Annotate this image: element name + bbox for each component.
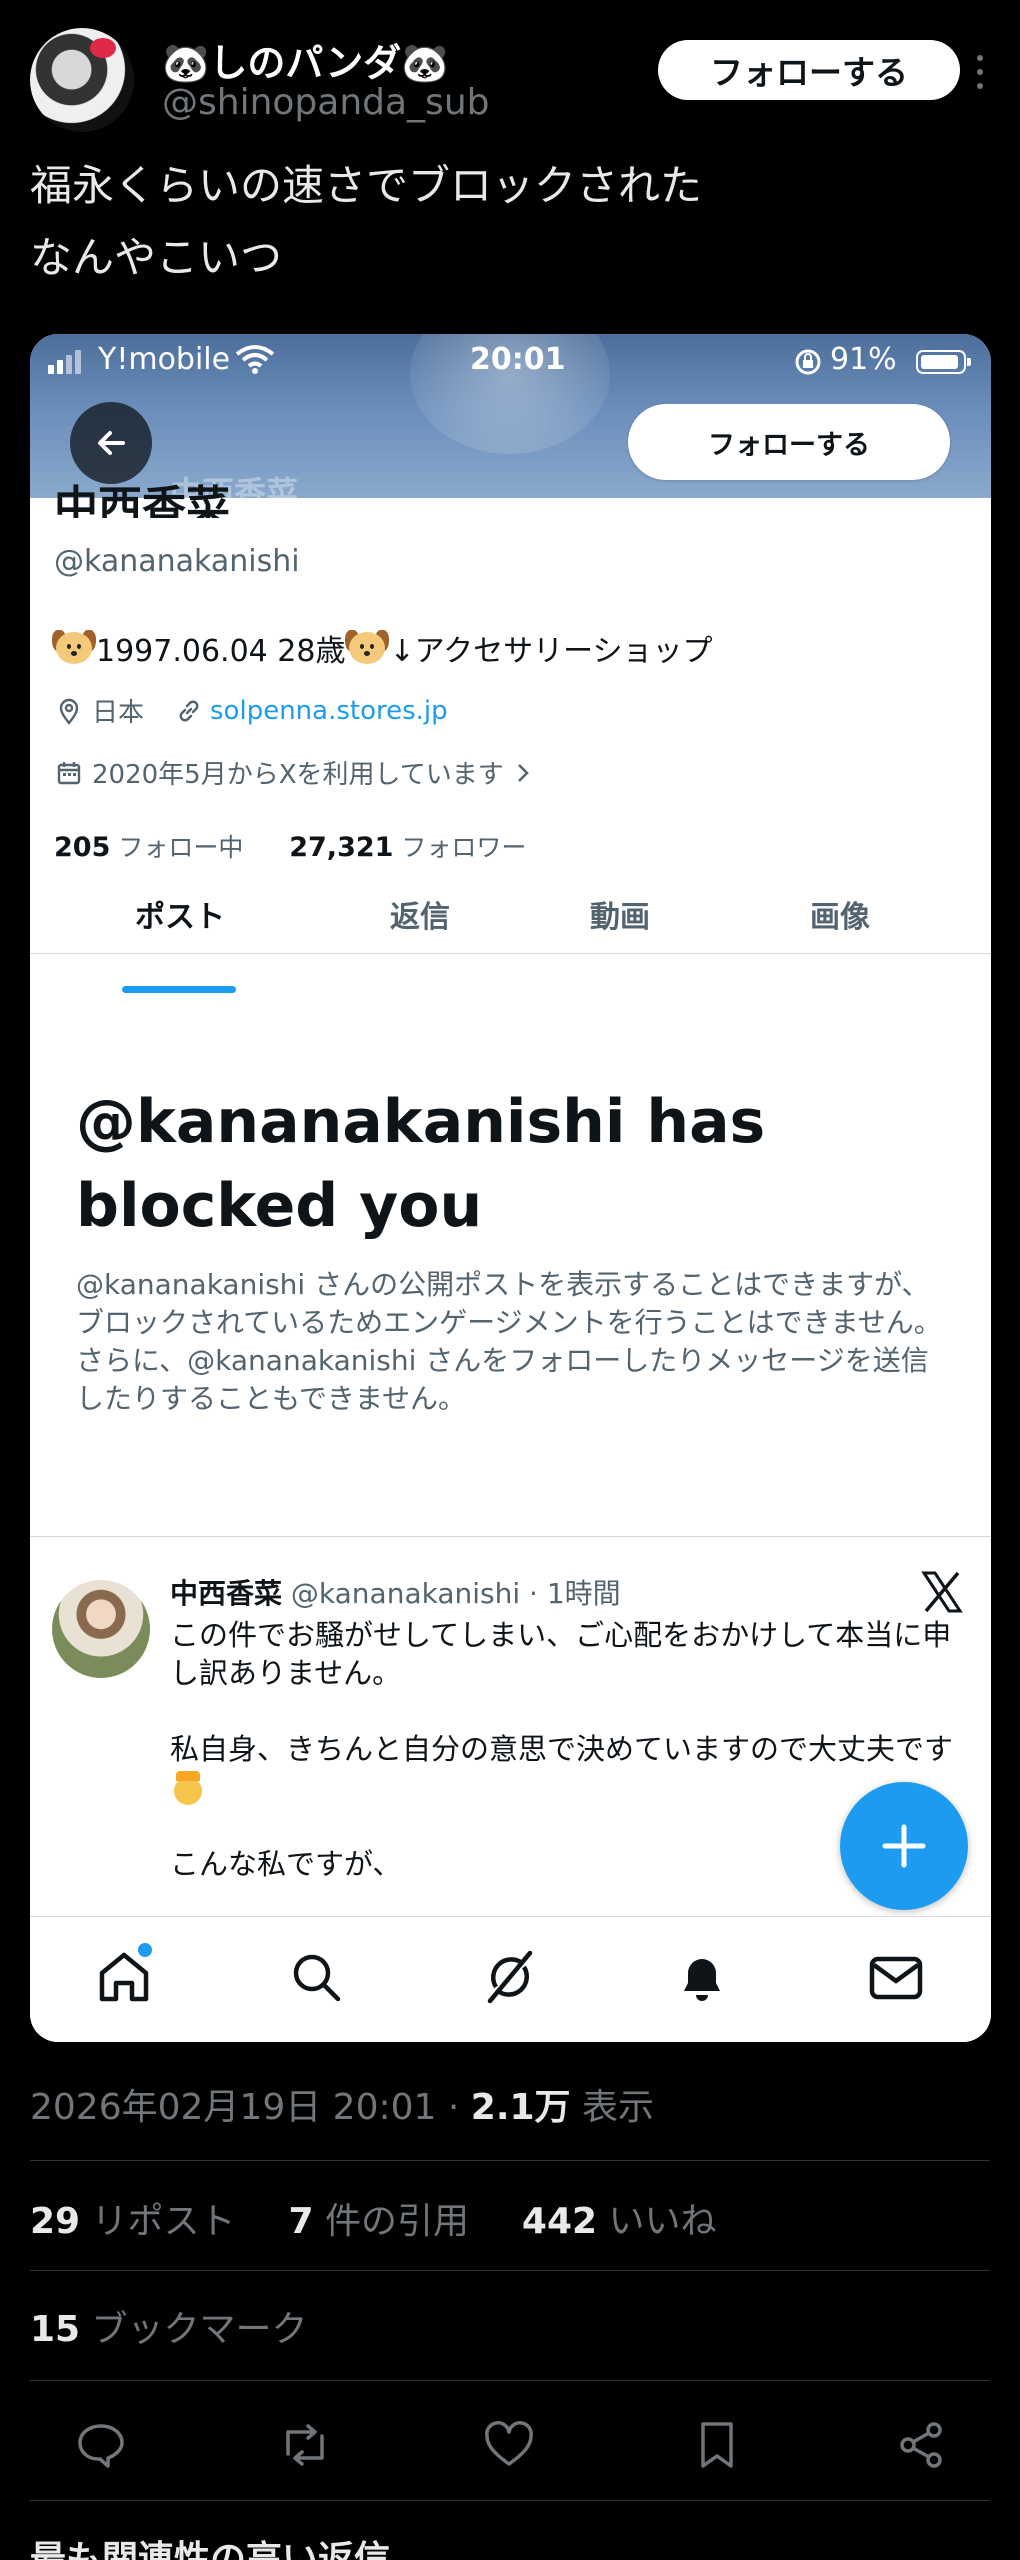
tweet-actions [30,2410,990,2480]
divider [30,2270,990,2271]
battery-percent: 91% [830,342,897,377]
post-meta: @kananakanishi · 1時間 [282,1577,621,1610]
tweet-text-line: なんやこいつ [30,233,283,282]
tweet-header: 🐼しのパンダ🐼 @shinopanda_sub フォローする [30,28,990,132]
tab-posts[interactable]: ポスト [90,874,270,954]
x-logo-icon [921,1571,963,1613]
mail-icon[interactable] [864,1945,928,2009]
profile-handle: @kananakanishi [54,544,300,579]
dog-emoji-icon [52,628,96,668]
follow-counts: 205 フォロー中 27,321 フォロワー [54,828,526,864]
profile-joined[interactable]: 2020年5月からXを利用しています [54,754,534,791]
quotes-count: 7 [288,2201,314,2242]
divider [30,1536,991,1537]
profile-bio: 1997.06.04 28歳 ↓アクセサリーショップ [52,626,713,670]
back-arrow-icon[interactable] [70,402,152,484]
reposts-label: リポスト [80,2201,236,2242]
joined-date: 2020年5月からXを利用しています [92,760,504,790]
followers-count: 27,321 [289,832,394,863]
notification-dot [138,1943,152,1957]
bookmarks-count: 15 [30,2309,81,2350]
quotes-label: 件の引用 [313,2201,469,2242]
quotes-stat[interactable]: 7 件の引用 [288,2201,469,2242]
divider [30,2160,990,2161]
divider [30,2380,990,2381]
views-label: 表示 [570,2087,654,2128]
carrier-name: Y!mobile [98,342,231,377]
profile-meta: 日本 solpenna.stores.jp [54,692,448,729]
tweet-text-line: 福永くらいの速さでブロックされた [30,161,703,210]
display-name[interactable]: 🐼しのパンダ🐼 [162,32,449,87]
post-line: この件でお騒がせしてしまい、ご心配をおかけして本当に申し訳ありません。 [170,1618,952,1690]
reposts-count: 29 [30,2201,81,2242]
wifi-icon [235,345,275,374]
profile-link[interactable]: solpenna.stores.jp [210,696,448,726]
plus-icon [882,1824,926,1868]
post-header: 中西香菜 @kananakanishi · 1時間 [170,1572,621,1612]
following-count: 205 [54,832,111,863]
repost-icon[interactable] [278,2418,332,2472]
avatar[interactable] [30,28,134,132]
bio-suffix: ↓アクセサリーショップ [389,634,713,669]
like-icon[interactable] [482,2418,536,2472]
bowing-person-emoji-icon [170,1771,206,1807]
reply-icon[interactable] [74,2418,128,2472]
tab-videos[interactable]: 動画 [530,874,710,954]
location-icon [59,698,79,725]
followers-label: フォロワー [393,833,527,862]
bottom-nav [30,1916,991,2042]
chevron-right-icon [517,763,529,782]
signal-icon [48,348,84,374]
following-link[interactable]: 205 フォロー中 [54,832,244,863]
likes-stat[interactable]: 442 いいね [522,2201,717,2242]
followers-link[interactable]: 27,321 フォロワー [289,832,527,863]
active-tab-indicator [122,986,236,993]
post-author[interactable]: 中西香菜 [170,1577,282,1610]
bio-text: 1997.06.04 28歳 [96,634,346,669]
user-handle[interactable]: @shinopanda_sub [162,82,489,123]
reply-sort-dropdown[interactable]: 最も関連性の高い返信 ⌄ [30,2530,433,2560]
following-label: フォロー中 [110,833,244,862]
bookmark-icon[interactable] [690,2418,744,2472]
clock: 20:01 [470,342,566,377]
views-count: 2.1万 [470,2087,571,2128]
post-line: 私自身、きちんと自分の意思で決めていますので大丈夫です [170,1732,954,1766]
tweet-text: 福永くらいの速さでブロックされた なんやこいつ [30,150,990,294]
bookmarks-stat[interactable]: 15 ブックマーク [30,2300,308,2352]
dog-emoji-icon [345,628,390,668]
likes-label: いいね [597,2201,717,2242]
timestamp-text[interactable]: 2026年02月19日 20:01 · [30,2087,471,2128]
profile-name: 中西香菜 [54,482,230,518]
tab-replies[interactable]: 返信 [330,874,510,954]
rotation-lock-icon [795,349,821,375]
divider [30,2500,990,2501]
blocked-title: @kananakanishi has blocked you [76,1087,766,1241]
bookmarks-label: ブックマーク [80,2309,308,2350]
blocked-description: @kananakanishi さんの公開ポストを表示することはできますが、ブロッ… [76,1268,942,1415]
reposts-stat[interactable]: 29 リポスト [30,2201,236,2242]
bell-icon[interactable] [670,1945,734,2009]
battery-icon [916,350,971,374]
engagement-stats: 29 リポスト 7 件の引用 442 いいね [30,2192,717,2244]
tweet-timestamp: 2026年02月19日 20:01 · 2.1万 表示 [30,2078,654,2130]
search-icon[interactable] [284,1945,348,2009]
tab-images[interactable]: 画像 [750,874,930,954]
likes-count: 442 [521,2201,598,2242]
share-icon[interactable] [894,2418,948,2472]
compose-button[interactable] [840,1782,968,1910]
calendar-icon [57,761,81,784]
profile-tabs: ポスト 返信 動画 画像 [30,874,991,954]
profile-location: 日本 [92,698,145,728]
profile-follow-button[interactable]: フォローする [628,404,950,480]
attached-screenshot[interactable]: Y!mobile 20:01 91% 中西香菜 フォローする 中西香菜 @kan… [30,334,991,2042]
phone-status-bar: Y!mobile 20:01 91% [30,334,991,390]
follow-button[interactable]: フォローする [658,40,960,100]
more-icon[interactable] [958,44,1002,100]
grok-icon[interactable] [478,1945,542,2009]
link-icon [179,700,199,721]
post-avatar[interactable] [52,1580,150,1678]
